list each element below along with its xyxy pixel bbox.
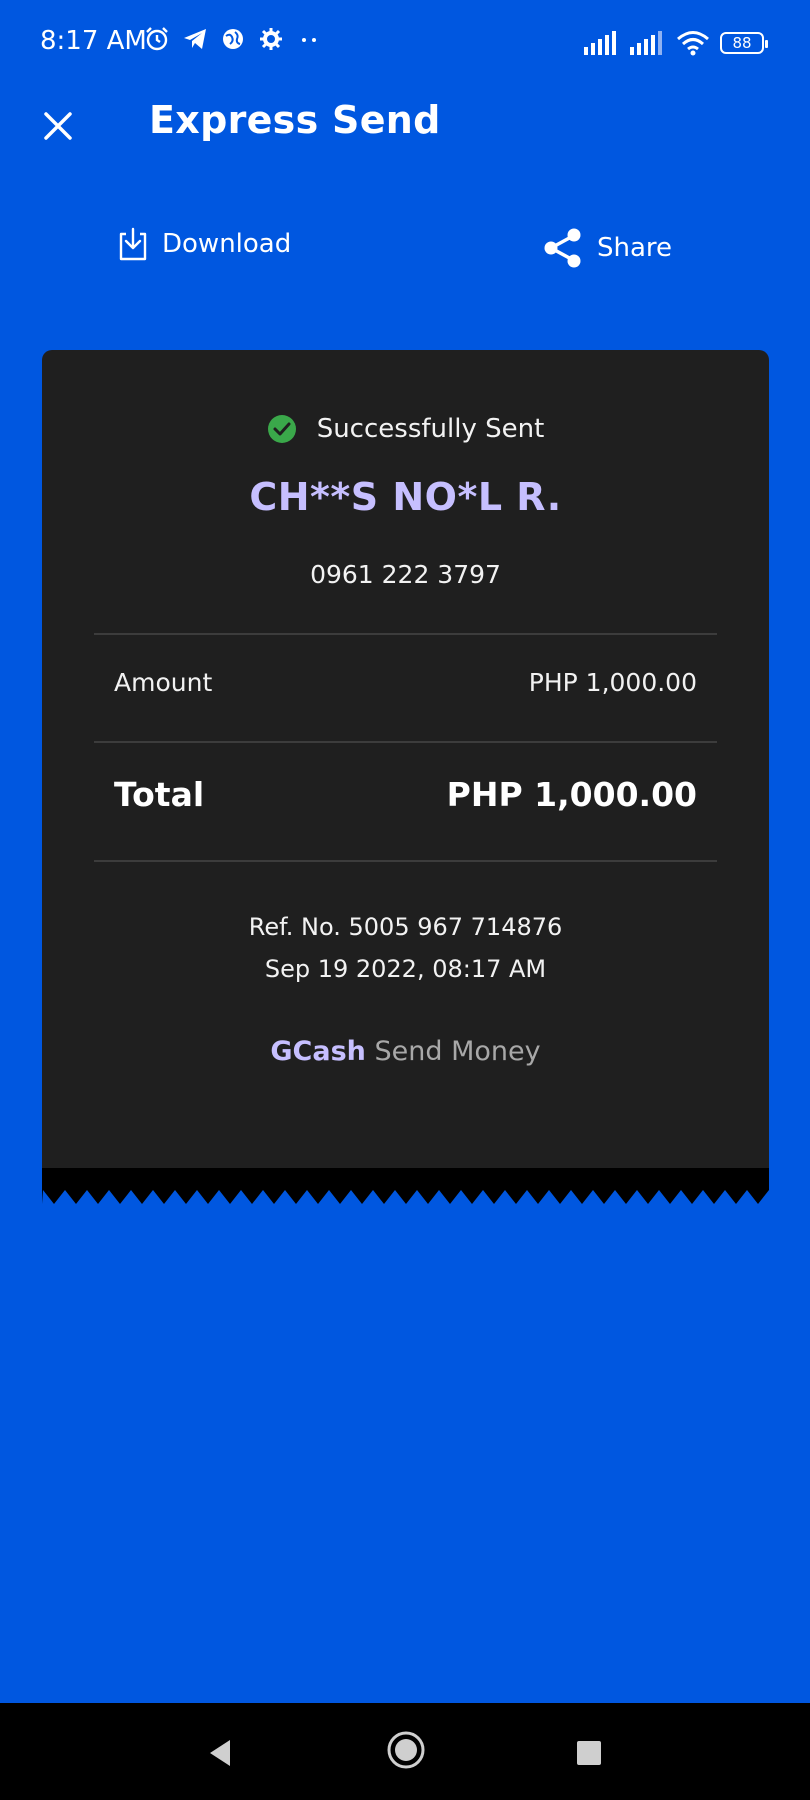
reference-number: Ref. No. 5005 967 714876 (248, 913, 563, 941)
total-label: Total (114, 775, 205, 814)
battery-icon: 88 (720, 32, 768, 54)
recent-apps-icon[interactable] (576, 1740, 602, 1766)
share-button[interactable]: Share (541, 226, 672, 270)
check-circle-icon (267, 415, 296, 443)
telegram-icon (184, 29, 206, 49)
wifi-icon (677, 31, 709, 56)
more-dots-icon (302, 38, 316, 42)
settings-icon (260, 28, 282, 50)
share-label: Share (597, 233, 673, 263)
back-icon[interactable] (206, 1738, 234, 1768)
home-icon[interactable] (386, 1730, 426, 1770)
alarm-icon (146, 27, 168, 51)
status-icons-left (144, 26, 322, 52)
divider (94, 860, 717, 862)
download-label: Download (162, 229, 292, 259)
amount-row: Amount PHP 1,000.00 (114, 668, 697, 697)
download-button[interactable]: Download (116, 226, 291, 262)
close-icon[interactable] (38, 106, 78, 146)
total-row: Total PHP 1,000.00 (114, 775, 697, 814)
divider (94, 741, 717, 743)
amount-label: Amount (114, 668, 213, 697)
download-icon (119, 227, 147, 261)
signal-icon (630, 31, 662, 55)
divider (94, 633, 717, 635)
transaction-datetime: Sep 19 2022, 08:17 AM (264, 955, 547, 983)
page-title: Express Send (149, 98, 441, 142)
battery-level: 88 (732, 34, 752, 52)
amount-value: PHP 1,000.00 (528, 668, 697, 697)
share-icon (544, 228, 581, 268)
status-time: 8:17 AM (40, 26, 147, 56)
success-text: Successfully Sent (316, 414, 545, 444)
recipient-name: CH**S NO*L R. (249, 475, 562, 519)
brand-name: GCash (270, 1036, 366, 1067)
status-icons-right: 88 (584, 30, 768, 56)
success-status: Successfully Sent (42, 414, 769, 444)
globe-icon (223, 29, 243, 49)
reference-block: Ref. No. 5005 967 714876 Sep 19 2022, 08… (42, 906, 769, 990)
brand-footer: GCash Send Money (42, 1036, 769, 1067)
recipient-phone: 0961 222 3797 (310, 560, 501, 589)
service-name: Send Money (374, 1036, 541, 1067)
receipt-card: Successfully Sent CH**S NO*L R. 0961 222… (42, 350, 769, 1170)
signal-icon (584, 31, 616, 55)
total-value: PHP 1,000.00 (446, 775, 697, 814)
receipt-torn-edge (42, 1168, 769, 1204)
